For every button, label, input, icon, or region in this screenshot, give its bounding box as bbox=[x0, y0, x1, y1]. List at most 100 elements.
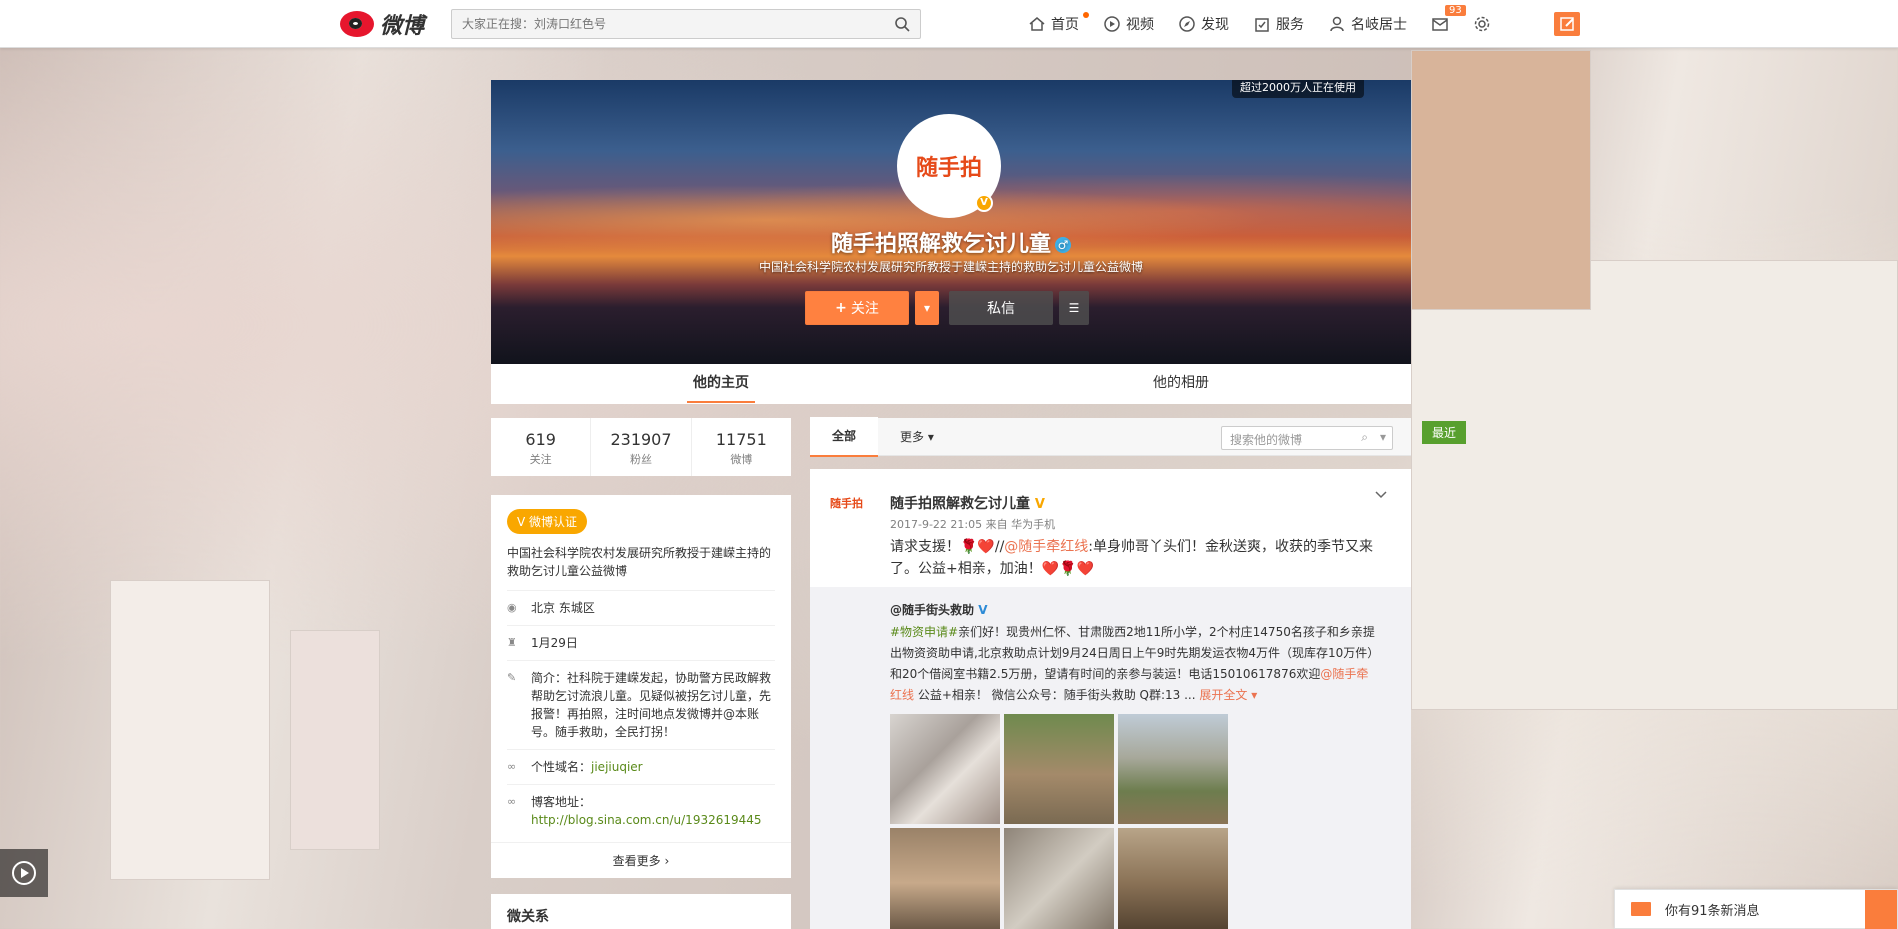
chevron-down-icon: ▾ bbox=[927, 429, 934, 444]
stat-posts[interactable]: 11751 微博 bbox=[692, 418, 791, 476]
verified-tag[interactable]: V 微博认证 bbox=[507, 509, 588, 534]
chevron-down-icon[interactable] bbox=[1375, 489, 1387, 501]
timeline-recent-tag[interactable]: 最近 bbox=[1422, 421, 1467, 444]
stat-posts-value: 11751 bbox=[715, 430, 767, 449]
caret-down-icon: ▾ bbox=[1379, 430, 1386, 444]
post-mention[interactable]: @随手牵红线 bbox=[1004, 539, 1088, 555]
profile-avatar[interactable]: 随手拍 V bbox=[897, 114, 1001, 218]
top-navbar: 微博 首页 视频 发现 服务 名岐居士 93 bbox=[0, 0, 1898, 48]
view-more-link[interactable]: 查看更多 › bbox=[491, 842, 791, 878]
info-intro: ✎ 简介：社科院于建嵘发起，协助警方民政解救帮助乞讨流浪儿童。见疑似被拐乞讨儿童… bbox=[507, 661, 775, 750]
background-poster-right bbox=[1411, 260, 1898, 710]
blog-link-icon: ∞ bbox=[507, 795, 517, 808]
new-message-notice[interactable]: 你有91条新消息 bbox=[1614, 889, 1898, 929]
blog-link[interactable]: http://blog.sina.com.cn/u/1932619445 bbox=[531, 813, 762, 827]
location-text: 北京 东城区 bbox=[531, 601, 595, 615]
nav-video-label: 视频 bbox=[1126, 17, 1154, 33]
location-icon: ◉ bbox=[507, 601, 517, 614]
tab-home-label: 他的主页 bbox=[687, 365, 755, 403]
feed-tab-more[interactable]: 更多 ▾ bbox=[878, 418, 956, 456]
edit-icon bbox=[1560, 17, 1574, 31]
domain-link[interactable]: jiejiuqier bbox=[591, 760, 643, 774]
private-message-button[interactable]: 私信 bbox=[949, 291, 1053, 325]
feed-search-input[interactable]: 搜索他的微博 ⌕ ▾ bbox=[1221, 426, 1393, 450]
intro-text: 简介：社科院于建嵘发起，协助警方民政解救帮助乞讨流浪儿童。见疑似被拐乞讨儿童，先… bbox=[531, 671, 772, 739]
nav-user[interactable]: 名岐居士 bbox=[1328, 14, 1407, 34]
nav-discover[interactable]: 发现 bbox=[1178, 14, 1229, 34]
verified-blue-icon: V bbox=[978, 603, 988, 617]
video-icon bbox=[1104, 16, 1120, 32]
search-input[interactable] bbox=[452, 10, 872, 38]
nav-user-label: 名岐居士 bbox=[1351, 17, 1407, 33]
top-nav: 首页 视频 发现 服务 名岐居士 93 bbox=[1028, 0, 1515, 48]
repost-text-a: 亲们好！现贵州仁怀、甘肃陇西2地11所小学，2个村庄14750名孩子和乡亲提出物… bbox=[890, 625, 1380, 681]
play-icon bbox=[12, 861, 36, 885]
repost-author-name: @随手街头救助 bbox=[890, 603, 975, 617]
usage-banner: 超过2000万人正在使用 bbox=[1232, 80, 1364, 98]
intro-icon: ✎ bbox=[507, 671, 517, 684]
notice-text: 你有91条新消息 bbox=[1665, 903, 1760, 919]
avatar-logo-text: 随手拍 bbox=[915, 155, 982, 181]
info-location: ◉ 北京 东城区 bbox=[507, 591, 775, 626]
stat-following-label: 关注 bbox=[529, 453, 552, 466]
photo-thumbnail[interactable] bbox=[890, 828, 1000, 929]
repost-text: #物资申请#亲们好！现贵州仁怀、甘肃陇西2地11所小学，2个村庄14750名孩子… bbox=[890, 622, 1380, 706]
stat-following[interactable]: 619 关注 bbox=[491, 418, 592, 476]
post-text-a: 请求支援！🌹❤️// bbox=[890, 539, 1005, 555]
expand-full-text-link[interactable]: 展开全文 ▾ bbox=[1199, 688, 1257, 702]
profile-actions: + 关注 ▾ 私信 ☰ bbox=[805, 291, 1089, 325]
photo-thumbnail[interactable] bbox=[1004, 714, 1114, 824]
service-icon bbox=[1255, 18, 1269, 32]
relations-section-title: 微关系 bbox=[491, 894, 791, 929]
play-button[interactable] bbox=[0, 849, 48, 897]
menu-icon: ☰ bbox=[1068, 301, 1080, 315]
message-label: 私信 bbox=[987, 301, 1015, 317]
weibo-logo[interactable]: 微博 bbox=[340, 8, 424, 40]
tab-album-label: 他的相册 bbox=[1153, 375, 1209, 391]
stat-following-value: 619 bbox=[525, 430, 556, 449]
nav-messages[interactable]: 93 bbox=[1431, 5, 1466, 33]
feed-search-placeholder: 搜索他的微博 bbox=[1230, 433, 1303, 447]
notification-dot bbox=[1083, 12, 1089, 18]
compose-button[interactable] bbox=[1554, 12, 1580, 36]
nav-service[interactable]: 服务 bbox=[1253, 14, 1304, 34]
feed-tab-all[interactable]: 全部 bbox=[810, 416, 879, 457]
photo-thumbnail[interactable] bbox=[890, 714, 1000, 824]
repost-hashtag[interactable]: #物资申请# bbox=[890, 625, 958, 639]
more-menu-button[interactable]: ☰ bbox=[1059, 291, 1089, 325]
nav-home[interactable]: 首页 bbox=[1028, 12, 1089, 34]
repost-block: @随手街头救助 V #物资申请#亲们好！现贵州仁怀、甘肃陇西2地11所小学，2个… bbox=[810, 587, 1411, 929]
chevron-right-icon: › bbox=[664, 854, 670, 868]
verified-tag-label: 微博认证 bbox=[529, 515, 578, 529]
envelope-icon bbox=[1631, 902, 1651, 916]
repost-author[interactable]: @随手街头救助 V bbox=[890, 601, 1411, 618]
caret-down-icon: ▾ bbox=[923, 301, 931, 315]
notice-expand-icon[interactable] bbox=[1865, 890, 1897, 929]
post-meta[interactable]: 2017-9-22 21:05 来自 华为手机 bbox=[890, 516, 1055, 532]
search-icon[interactable] bbox=[894, 16, 910, 32]
verified-icon: V bbox=[975, 194, 993, 212]
photo-thumbnail[interactable] bbox=[1118, 828, 1228, 929]
post-author[interactable]: 随手拍照解救乞讨儿童 V bbox=[890, 493, 1045, 513]
profile-name-row: 随手拍照解救乞讨儿童 ♂ bbox=[491, 226, 1411, 258]
tab-home[interactable]: 他的主页 bbox=[491, 364, 951, 404]
stat-posts-label: 微博 bbox=[730, 453, 753, 466]
background-poster-left-2 bbox=[290, 630, 380, 850]
expand-label: 展开全文 bbox=[1199, 688, 1248, 702]
discover-icon bbox=[1179, 16, 1195, 32]
follow-dropdown-button[interactable]: ▾ bbox=[915, 291, 939, 325]
nav-settings[interactable] bbox=[1473, 15, 1491, 33]
weibo-post: 随手拍 随手拍照解救乞讨儿童 V 2017-9-22 21:05 来自 华为手机… bbox=[810, 469, 1411, 929]
profile-name: 随手拍照解救乞讨儿童 bbox=[830, 232, 1051, 257]
tab-album[interactable]: 他的相册 bbox=[951, 364, 1411, 404]
stat-followers[interactable]: 231907 粉丝 bbox=[591, 418, 692, 476]
nav-video[interactable]: 视频 bbox=[1103, 14, 1154, 34]
post-avatar[interactable]: 随手拍 bbox=[830, 495, 878, 523]
repost-photo-grid bbox=[890, 714, 1411, 929]
photo-thumbnail[interactable] bbox=[1118, 714, 1228, 824]
follow-button[interactable]: + 关注 bbox=[805, 291, 909, 325]
search-icon: ⌕ bbox=[1361, 430, 1368, 444]
user-icon bbox=[1330, 16, 1344, 32]
male-icon: ♂ bbox=[1055, 237, 1071, 253]
photo-thumbnail[interactable] bbox=[1004, 828, 1114, 929]
